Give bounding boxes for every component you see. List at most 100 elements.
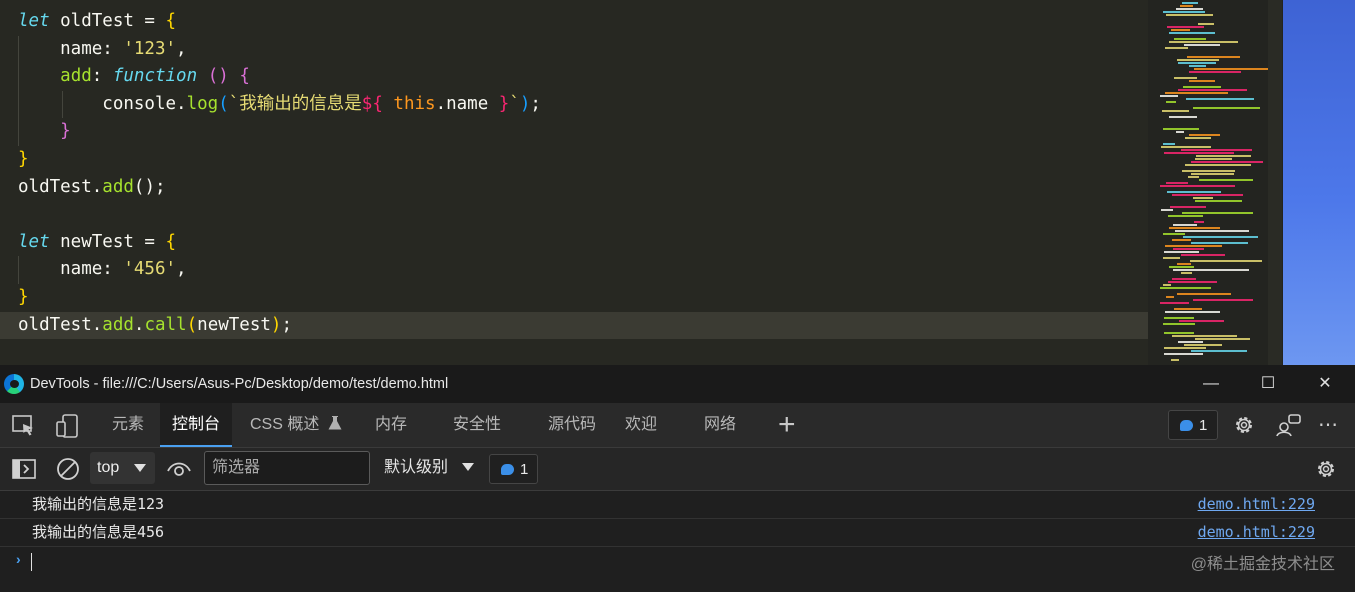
code-line[interactable]: console.log(`我输出的信息是${ this.name }`);	[18, 90, 1148, 119]
minimap-line	[1164, 353, 1203, 355]
context-select[interactable]: top	[90, 452, 155, 484]
feedback-icon[interactable]	[1276, 413, 1302, 437]
code-token: }	[18, 148, 29, 169]
context-select-value: top	[97, 459, 120, 476]
more-options-button[interactable]: ⋯	[1318, 403, 1338, 447]
tab-memory[interactable]: 内存	[375, 403, 407, 447]
minimap-line	[1160, 287, 1211, 289]
minimap-line	[1169, 32, 1215, 34]
code-line[interactable]: }	[18, 118, 1148, 146]
devtools-window: DevTools - file:///C:/Users/Asus-Pc/Desk…	[0, 365, 1355, 592]
code-area[interactable]: let oldTest = { name: '123', add: functi…	[0, 8, 1148, 340]
minimize-button[interactable]: —	[1182, 365, 1240, 403]
minimap-line	[1182, 212, 1253, 214]
code-line[interactable]: }	[18, 284, 1148, 312]
tab-security[interactable]: 安全性	[453, 403, 501, 447]
minimap-line	[1163, 284, 1171, 286]
code-token: function	[112, 66, 198, 87]
code-token: let	[18, 231, 50, 252]
console-message-text: 我输出的信息是456	[32, 523, 165, 541]
issues-count-console: 1	[520, 461, 529, 478]
minimap-line	[1164, 347, 1206, 349]
code-line[interactable]: let oldTest = {	[18, 8, 1148, 36]
code-line[interactable]	[18, 201, 1148, 229]
live-expression-eye-icon[interactable]	[167, 459, 191, 479]
code-token: oldTest.	[18, 176, 103, 197]
inspect-element-icon[interactable]	[12, 415, 36, 437]
maximize-button[interactable]: ☐	[1239, 365, 1297, 403]
code-line[interactable]: }	[18, 146, 1148, 174]
window-titlebar[interactable]: DevTools - file:///C:/Users/Asus-Pc/Desk…	[0, 365, 1355, 403]
minimap-line	[1167, 191, 1221, 193]
code-token: oldTest.	[18, 314, 103, 335]
settings-gear-icon[interactable]	[1232, 413, 1256, 437]
issues-badge-console[interactable]: 1	[489, 454, 538, 484]
code-token: `	[509, 93, 520, 114]
tab-elements[interactable]: 元素	[112, 403, 144, 447]
minimap-line	[1171, 359, 1179, 361]
window-title: DevTools - file:///C:/Users/Asus-Pc/Desk…	[30, 376, 449, 392]
minimap-line	[1174, 77, 1197, 79]
tab-network[interactable]: 网络	[704, 403, 736, 447]
editor-minimap[interactable]	[1148, 0, 1283, 365]
issues-badge[interactable]: 1	[1168, 410, 1218, 440]
code-token: ,	[176, 259, 187, 280]
code-line[interactable]: oldTest.add.call(newTest);	[0, 311, 1148, 340]
console-settings-gear-icon[interactable]	[1314, 457, 1338, 481]
add-tab-button[interactable]: +	[778, 403, 796, 447]
code-token: add	[102, 176, 134, 197]
indent-guide	[62, 90, 63, 119]
sidebar-toggle-icon[interactable]	[12, 459, 36, 479]
code-line[interactable]: let newTest = {	[18, 229, 1148, 257]
minimap-line	[1180, 5, 1193, 7]
console-message-source-link[interactable]: demo.html:229	[1198, 519, 1315, 546]
minimap-line	[1175, 230, 1249, 232]
minimap-line	[1164, 317, 1194, 319]
code-token: (	[218, 93, 229, 114]
device-emulation-icon[interactable]	[56, 414, 80, 438]
minimap-line	[1170, 206, 1206, 208]
console-output[interactable]: 我输出的信息是123 demo.html:229 我输出的信息是456 demo…	[0, 491, 1355, 592]
editor-scrollbar[interactable]	[1268, 0, 1282, 365]
filter-input[interactable]	[204, 451, 370, 485]
indent-guide	[18, 118, 19, 146]
code-line[interactable]: name: '123',	[18, 35, 1148, 64]
minimap-line	[1168, 281, 1217, 283]
minimap-line	[1191, 242, 1248, 244]
message-bubble-icon	[501, 463, 514, 475]
close-button[interactable]: ✕	[1296, 365, 1354, 403]
minimap-line	[1183, 236, 1258, 238]
minimap-line	[1181, 272, 1192, 274]
code-editor[interactable]: let oldTest = { name: '123', add: functi…	[0, 0, 1148, 365]
code-line[interactable]: name: '456',	[18, 256, 1148, 284]
edge-logo-icon	[4, 374, 24, 394]
minimap-line	[1193, 107, 1260, 109]
console-message-source-link[interactable]: demo.html:229	[1198, 491, 1315, 518]
code-line[interactable]: oldTest.add();	[18, 174, 1148, 202]
code-token: ()	[207, 66, 229, 87]
code-token: }	[498, 93, 510, 114]
console-input-caret[interactable]	[31, 553, 32, 571]
code-line[interactable]: add: function () {	[18, 63, 1148, 91]
minimap-line	[1160, 95, 1178, 97]
tab-sources[interactable]: 源代码	[548, 403, 596, 447]
clear-console-icon[interactable]	[56, 457, 80, 481]
log-level-value: 默认级别	[384, 459, 449, 476]
log-level-select[interactable]: 默认级别	[384, 452, 475, 484]
code-token: )	[519, 93, 531, 114]
tab-console[interactable]: 控制台	[160, 403, 233, 447]
tab-welcome[interactable]: 欢迎	[625, 403, 657, 447]
minimap-line	[1185, 137, 1211, 139]
minimap-line	[1189, 71, 1241, 73]
minimap-line	[1165, 92, 1228, 94]
minimap-line	[1166, 182, 1188, 184]
minimap-line	[1184, 344, 1222, 346]
minimap-line	[1172, 239, 1191, 241]
tab-css-overview[interactable]: CSS 概述	[250, 403, 342, 447]
code-token: name:	[18, 38, 124, 59]
minimap-line	[1166, 14, 1213, 16]
